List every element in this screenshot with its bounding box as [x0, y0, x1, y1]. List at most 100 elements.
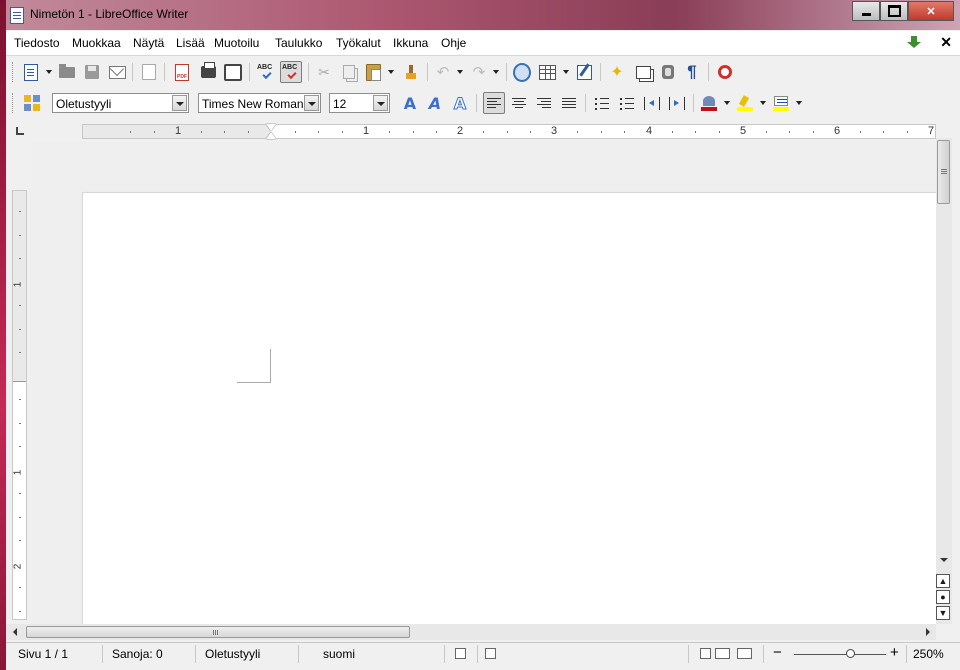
page-style[interactable]: Oletustyyli	[205, 647, 260, 661]
page-count[interactable]: Sivu 1 / 1	[18, 647, 68, 661]
menu-nayta[interactable]: Näytä	[133, 36, 164, 50]
vertical-scroll-thumb[interactable]	[937, 140, 950, 204]
ruler-tick	[19, 258, 21, 259]
styles-and-formatting-icon[interactable]	[24, 95, 40, 111]
menu-muotoilu[interactable]: Muotoilu	[214, 36, 259, 50]
tab-type-icon[interactable]	[16, 127, 24, 135]
next-page-button[interactable]: ▼	[936, 606, 950, 620]
table-button[interactable]	[538, 63, 556, 81]
formatting-marks-button[interactable]: ¶	[683, 62, 701, 81]
justify-button[interactable]	[560, 94, 578, 112]
menu-lisaa[interactable]: Lisää	[176, 36, 205, 50]
menu-tiedosto[interactable]: Tiedosto	[14, 36, 60, 50]
redo-dropdown-arrow[interactable]	[493, 70, 499, 74]
undo-button[interactable]: ↶	[434, 63, 452, 81]
table-dropdown-arrow[interactable]	[563, 70, 569, 74]
zoom-in-icon[interactable]: +	[890, 644, 899, 661]
paste-button[interactable]	[364, 63, 382, 81]
menu-ikkuna[interactable]: Ikkuna	[393, 36, 428, 50]
email-button[interactable]	[108, 63, 126, 81]
increase-indent-button[interactable]	[668, 94, 686, 112]
navigator-button[interactable]	[513, 62, 531, 82]
toolbar-grip[interactable]	[12, 62, 16, 82]
scroll-down-arrow-icon[interactable]	[940, 558, 948, 562]
data-sources-button[interactable]	[659, 63, 677, 81]
document-page[interactable]	[82, 192, 936, 624]
align-center-button[interactable]	[510, 94, 528, 112]
scroll-right-arrow-icon[interactable]	[926, 628, 930, 636]
previous-page-button[interactable]: ▲	[936, 574, 950, 588]
scroll-left-arrow-icon[interactable]	[13, 628, 17, 636]
decrease-indent-button[interactable]	[643, 94, 661, 112]
cut-button[interactable]: ✂	[315, 63, 333, 81]
update-download-icon[interactable]	[906, 35, 922, 50]
redo-button[interactable]: ↷	[470, 63, 488, 81]
export-pdf-button[interactable]: PDF	[173, 63, 191, 81]
multi-page-view-icon[interactable]	[715, 648, 730, 659]
vertical-scrollbar[interactable]: ▲ ● ▼	[936, 138, 952, 624]
edit-file-button[interactable]	[140, 63, 158, 81]
zoom-out-icon[interactable]: −	[773, 644, 782, 661]
italic-button[interactable]: A	[426, 94, 444, 113]
close-document-icon[interactable]: ✕	[940, 34, 952, 51]
menu-taulukko[interactable]: Taulukko	[275, 36, 322, 50]
show-draw-functions-button[interactable]	[575, 63, 593, 81]
highlighting-dropdown-arrow[interactable]	[760, 101, 766, 105]
autospellcheck-button[interactable]: ABC	[280, 61, 302, 83]
clone-formatting-button[interactable]	[402, 63, 420, 81]
minimize-button[interactable]	[852, 1, 880, 21]
spellcheck-button[interactable]: ABC	[257, 63, 275, 81]
copy-button[interactable]	[340, 63, 358, 81]
font-color-button[interactable]	[700, 94, 718, 112]
print-preview-button[interactable]	[224, 63, 242, 81]
close-window-button[interactable]: ✕	[908, 1, 954, 21]
paste-dropdown-arrow[interactable]	[388, 70, 394, 74]
background-color-dropdown-arrow[interactable]	[796, 101, 802, 105]
word-count[interactable]: Sanoja: 0	[112, 647, 163, 661]
document-modified-icon[interactable]	[485, 648, 496, 659]
open-button[interactable]	[58, 63, 76, 81]
font-size-combo[interactable]: 12	[329, 93, 390, 113]
align-left-button[interactable]	[483, 92, 505, 114]
document-area[interactable]	[30, 142, 936, 624]
align-right-button[interactable]	[535, 94, 553, 112]
horizontal-scroll-thumb[interactable]	[26, 626, 410, 638]
document-language[interactable]: suomi	[323, 647, 355, 661]
help-button[interactable]	[716, 63, 734, 81]
chevron-down-icon[interactable]	[172, 95, 187, 111]
vertical-ruler[interactable]: 1 1 2	[6, 142, 30, 622]
print-button[interactable]	[199, 62, 217, 81]
horizontal-scrollbar[interactable]	[6, 624, 936, 640]
new-document-button[interactable]	[22, 63, 40, 81]
indent-marker[interactable]	[266, 124, 276, 140]
undo-dropdown-arrow[interactable]	[457, 70, 463, 74]
zoom-slider-thumb[interactable]	[846, 649, 855, 658]
zoom-level[interactable]: 250%	[913, 647, 944, 661]
chevron-down-icon[interactable]	[304, 95, 319, 111]
paragraph-style-combo[interactable]: Oletustyyli	[52, 93, 189, 113]
chevron-down-icon[interactable]	[373, 95, 388, 111]
single-page-view-icon[interactable]	[700, 648, 711, 659]
menu-ohje[interactable]: Ohje	[441, 36, 466, 50]
navigation-button[interactable]: ●	[936, 590, 950, 604]
new-dropdown-arrow[interactable]	[46, 70, 52, 74]
maximize-button[interactable]	[880, 1, 908, 21]
zoom-slider[interactable]	[794, 654, 886, 655]
frames-button[interactable]	[634, 63, 652, 81]
toolbar-grip[interactable]	[12, 93, 16, 113]
highlighting-button[interactable]	[736, 94, 754, 112]
background-color-button[interactable]	[772, 94, 790, 112]
numbering-button[interactable]	[593, 94, 611, 112]
bold-button[interactable]: A	[401, 94, 419, 113]
gallery-button[interactable]: ✦	[608, 63, 626, 81]
font-color-dropdown-arrow[interactable]	[724, 101, 730, 105]
book-view-icon[interactable]	[737, 648, 752, 659]
menu-muokkaa[interactable]: Muokkaa	[72, 36, 121, 50]
menu-tyokalut[interactable]: Työkalut	[336, 36, 381, 50]
underline-button[interactable]: A	[451, 93, 469, 113]
font-name-combo[interactable]: Times New Roman	[198, 93, 321, 113]
horizontal-ruler[interactable]: 1 1 2 3 4 5 6 7	[6, 120, 960, 142]
bullets-button[interactable]	[618, 94, 636, 112]
save-button[interactable]	[83, 63, 101, 81]
insert-mode-icon[interactable]	[455, 648, 466, 659]
